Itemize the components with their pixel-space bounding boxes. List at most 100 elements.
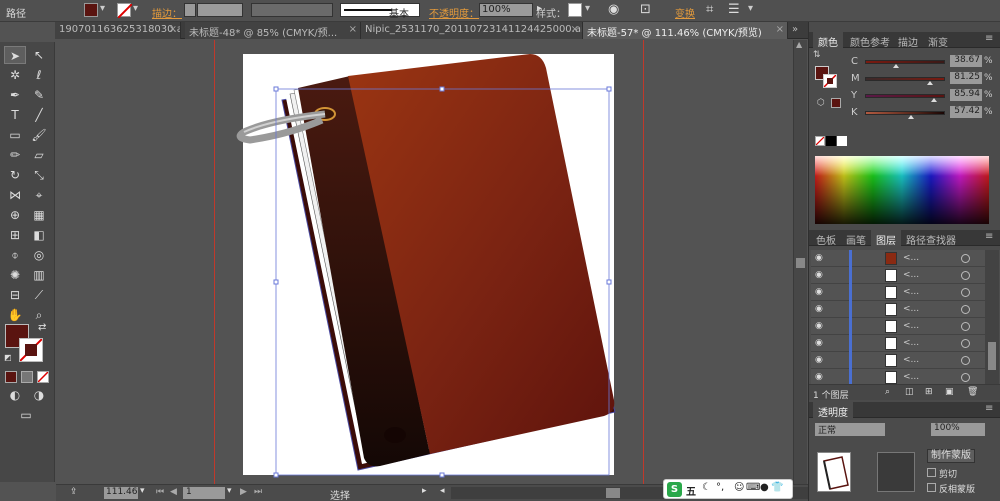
clipping-mask-icon[interactable]: ◫ xyxy=(905,387,914,397)
artboard-number-input[interactable]: 1 xyxy=(183,487,225,499)
prev-artboard-icon[interactable]: ◀ xyxy=(170,487,177,497)
visibility-eye-icon[interactable]: ◉ xyxy=(815,270,825,280)
target-circle-icon[interactable] xyxy=(961,305,970,314)
tab-document-4[interactable]: 未标题-57* @ 111.46% (CMYK/预览) × xyxy=(583,22,788,39)
scrollbar-thumb[interactable] xyxy=(988,342,996,370)
color-mode-icon[interactable] xyxy=(5,371,17,383)
layer-name[interactable]: <... xyxy=(903,253,919,263)
layer-name[interactable]: <... xyxy=(903,270,919,280)
black-swatch[interactable] xyxy=(826,136,836,146)
layer-row[interactable]: ◉ <... xyxy=(811,267,989,284)
visibility-eye-icon[interactable]: ◉ xyxy=(815,253,825,263)
slider-knob[interactable] xyxy=(893,64,900,68)
bounding-box-handle[interactable] xyxy=(273,86,279,92)
stroke-color-box[interactable] xyxy=(19,338,43,362)
fill-swatch[interactable] xyxy=(84,3,98,17)
new-sublayer-icon[interactable]: ⊞ xyxy=(925,387,933,397)
graphic-style-swatch[interactable] xyxy=(568,3,582,17)
vertical-scrollbar[interactable]: ▲ xyxy=(793,40,807,484)
slider-track[interactable] xyxy=(865,77,945,81)
punctuation-icon[interactable]: °, xyxy=(716,482,724,493)
gamut-swatch[interactable] xyxy=(831,98,841,108)
transparency-opacity-input[interactable]: 100% xyxy=(931,423,985,436)
tab-stroke[interactable]: 描边 xyxy=(893,32,923,49)
scroll-up-icon[interactable]: ▲ xyxy=(796,40,802,49)
chevron-down-icon[interactable]: ▾ xyxy=(585,3,590,14)
swap-icon[interactable]: ⇅ xyxy=(813,50,821,60)
rectangle-tool-icon[interactable]: ▭ xyxy=(4,126,26,144)
bounding-box-handle[interactable] xyxy=(439,472,445,478)
tab-color[interactable]: 颜色 xyxy=(813,32,843,49)
stroke-label[interactable]: 描边： xyxy=(152,5,182,20)
channel-value-input[interactable]: 81.25 xyxy=(950,72,982,84)
layer-row[interactable]: ◉ <... xyxy=(811,250,989,267)
layer-name[interactable]: <... xyxy=(903,372,919,382)
gradient-mode-icon[interactable] xyxy=(21,371,33,383)
layers-scrollbar[interactable] xyxy=(985,250,999,384)
target-circle-icon[interactable] xyxy=(961,288,970,297)
none-swatch[interactable] xyxy=(815,136,825,146)
close-icon[interactable]: × xyxy=(169,24,177,35)
artboard-tool-icon[interactable]: ⊟ xyxy=(4,286,26,304)
ime-toolbar[interactable]: S 五 ☾ °, ☺ ⌨ ● 👕 xyxy=(663,479,793,499)
stroke-swatch[interactable] xyxy=(117,3,133,19)
layers-list[interactable]: ◉ <... ◉ <... ◉ <... ◉ <... ◉ <... ◉ <... ◉ <... ◉ <... xyxy=(809,250,1000,386)
tab-pathfinder[interactable]: 路径查找器 xyxy=(901,230,961,247)
chevron-right-icon[interactable]: ▸ xyxy=(422,486,427,496)
none-mode-icon[interactable] xyxy=(37,371,49,383)
lasso-tool-icon[interactable]: ℓ xyxy=(28,66,50,84)
perspective-grid-tool-icon[interactable]: ▦ xyxy=(28,206,50,224)
eraser-tool-icon[interactable]: ▱ xyxy=(28,146,50,164)
visibility-eye-icon[interactable]: ◉ xyxy=(815,372,825,382)
recolor-artwork-icon[interactable]: ◉ xyxy=(608,2,619,17)
chevron-down-icon[interactable]: ▾ xyxy=(140,486,145,496)
paintbrush-tool-icon[interactable]: 🖌 xyxy=(28,126,50,144)
layer-name[interactable]: <... xyxy=(903,304,919,314)
free-transform-tool-icon[interactable]: ⌖ xyxy=(28,186,50,204)
clip-checkbox[interactable] xyxy=(927,468,936,477)
first-artboard-icon[interactable]: ⏮ xyxy=(156,487,164,497)
slider-knob[interactable] xyxy=(926,81,933,85)
target-circle-icon[interactable] xyxy=(961,339,970,348)
slider-knob[interactable] xyxy=(930,98,937,102)
close-icon[interactable]: × xyxy=(349,24,357,35)
last-artboard-icon[interactable]: ⏭ xyxy=(254,487,262,497)
slice-tool-icon[interactable]: ⟋ xyxy=(28,286,50,304)
symbol-sprayer-tool-icon[interactable]: ✺ xyxy=(4,266,26,284)
bounding-box-handle[interactable] xyxy=(273,279,279,285)
bounding-box-handle[interactable] xyxy=(606,279,612,285)
slider-track[interactable] xyxy=(865,111,945,115)
default-colors-icon[interactable]: ◩ xyxy=(4,353,12,362)
chevron-down-icon[interactable]: ▾ xyxy=(100,3,105,14)
panel-menu-icon[interactable]: ☰ xyxy=(728,2,740,17)
eyedropper-tool-icon[interactable]: ⌽ xyxy=(4,246,26,264)
scrollbar-thumb[interactable] xyxy=(796,258,805,268)
panel-menu-icon[interactable]: ≡ xyxy=(985,231,993,242)
slider-track[interactable] xyxy=(865,60,945,64)
tab-overflow-icon[interactable]: » xyxy=(792,24,798,35)
curvature-tool-icon[interactable]: ✎ xyxy=(28,86,50,104)
visibility-eye-icon[interactable]: ◉ xyxy=(815,338,825,348)
gradient-tool-icon[interactable]: ◧ xyxy=(28,226,50,244)
stroke-weight-input[interactable] xyxy=(197,3,243,17)
bounding-box-handle[interactable] xyxy=(273,472,279,478)
align-icon[interactable]: ⊡ xyxy=(640,2,651,17)
layer-name[interactable]: <... xyxy=(903,338,919,348)
transform-link[interactable]: 变换 xyxy=(675,5,695,20)
layer-name[interactable]: <... xyxy=(903,321,919,331)
mask-thumbnail[interactable] xyxy=(877,452,915,492)
visibility-eye-icon[interactable]: ◉ xyxy=(815,355,825,365)
scrollbar-thumb[interactable] xyxy=(606,488,620,498)
target-circle-icon[interactable] xyxy=(961,254,970,263)
layer-row[interactable]: ◉ <... xyxy=(811,335,989,352)
screen-mode-icon[interactable]: ▭ xyxy=(15,406,37,424)
white-swatch[interactable] xyxy=(837,136,847,146)
locate-object-icon[interactable]: ⌕ xyxy=(885,387,890,397)
channel-value-input[interactable]: 38.67 xyxy=(950,55,982,67)
shape-builder-tool-icon[interactable]: ⊕ xyxy=(4,206,26,224)
selection-tool-icon[interactable]: ➤ xyxy=(4,46,26,64)
tab-swatches[interactable]: 色板 xyxy=(811,230,841,247)
variable-width-profile[interactable] xyxy=(251,3,333,17)
visibility-eye-icon[interactable]: ◉ xyxy=(815,287,825,297)
tab-brushes[interactable]: 画笔 xyxy=(841,230,871,247)
